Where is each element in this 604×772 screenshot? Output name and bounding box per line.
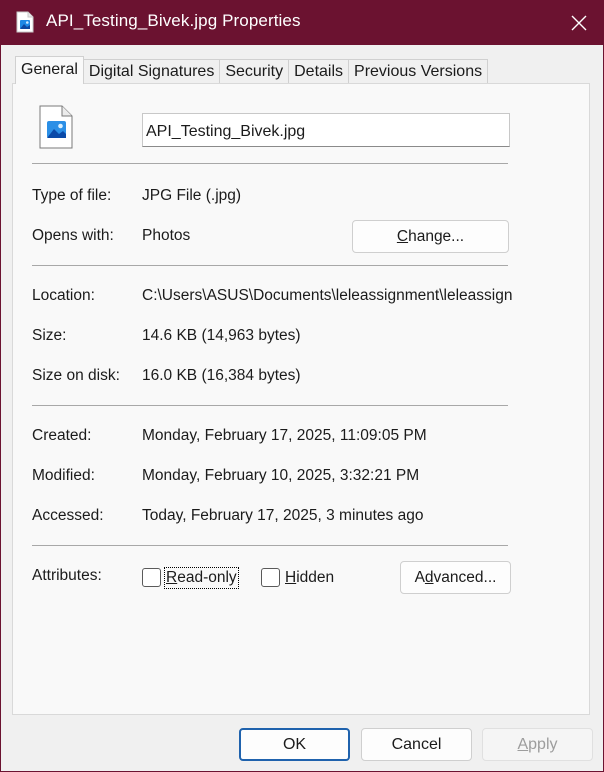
hidden-checkbox[interactable]: [261, 568, 280, 587]
read-only-checkbox[interactable]: [142, 568, 161, 587]
accessed-label: Accessed:: [32, 507, 104, 524]
size-value: 14.6 KB (14,963 bytes): [142, 327, 301, 344]
location-value[interactable]: C:\Users\ASUS\Documents\leleassignment\l…: [142, 287, 512, 305]
modified-value: Monday, February 10, 2025, 3:32:21 PM: [142, 467, 420, 484]
divider: [32, 545, 508, 546]
properties-window: API_Testing_Bivek.jpg Properties General…: [0, 0, 604, 772]
tab-security[interactable]: Security: [219, 59, 290, 84]
dialog-body: General Digital Signatures Security Deta…: [1, 45, 603, 771]
hidden-text: idden: [296, 569, 335, 586]
size-on-disk-label: Size on disk:: [32, 367, 120, 384]
apply-button[interactable]: Apply: [482, 728, 593, 761]
read-only-label[interactable]: Read-only: [164, 567, 239, 589]
general-panel: Type of file: JPG File (.jpg) Opens with…: [12, 83, 590, 715]
image-file-icon: [16, 11, 34, 33]
opens-with-value: Photos: [142, 227, 191, 244]
modified-label: Modified:: [32, 467, 95, 484]
read-only-text: ead-only: [177, 569, 237, 586]
size-label: Size:: [32, 327, 67, 344]
title-bar[interactable]: API_Testing_Bivek.jpg Properties: [0, 0, 604, 45]
type-of-file-value: JPG File (.jpg): [142, 187, 242, 204]
size-on-disk-value: 16.0 KB (16,384 bytes): [142, 367, 301, 384]
apply-accesskey: A: [517, 736, 529, 753]
attributes-label: Attributes:: [32, 567, 102, 584]
advanced-button-label: vanced...: [433, 569, 497, 586]
created-value: Monday, February 17, 2025, 11:09:05 PM: [142, 427, 427, 444]
created-label: Created:: [32, 427, 92, 444]
advanced-button-accesskey: d: [424, 569, 434, 586]
ok-button[interactable]: OK: [239, 728, 350, 761]
type-of-file-label: Type of file:: [32, 187, 112, 204]
change-button[interactable]: Change...: [352, 220, 509, 253]
close-button[interactable]: [554, 0, 604, 45]
tab-previous-versions[interactable]: Previous Versions: [348, 59, 489, 84]
close-icon: [571, 15, 587, 30]
change-button-label: hange...: [408, 228, 465, 245]
image-file-icon: [39, 105, 73, 149]
read-only-accesskey: R: [166, 569, 178, 586]
divider: [32, 405, 508, 406]
file-name-field[interactable]: [142, 113, 510, 147]
divider: [32, 265, 508, 266]
change-button-accesskey: C: [396, 228, 409, 245]
location-label: Location:: [32, 287, 95, 304]
window-title: API_Testing_Bivek.jpg Properties: [46, 11, 301, 30]
advanced-button-label: A: [414, 569, 425, 586]
hidden-accesskey: H: [285, 569, 297, 586]
tab-digital-signatures[interactable]: Digital Signatures: [82, 59, 221, 84]
advanced-button[interactable]: Advanced...: [400, 561, 511, 594]
tab-general[interactable]: General: [15, 56, 84, 84]
opens-with-label: Opens with:: [32, 227, 114, 244]
accessed-value: Today, February 17, 2025, 3 minutes ago: [142, 507, 424, 524]
tab-details[interactable]: Details: [288, 59, 350, 84]
apply-button-label: pply: [528, 736, 558, 753]
cancel-button[interactable]: Cancel: [361, 728, 472, 761]
divider: [32, 163, 508, 164]
hidden-label[interactable]: Hidden: [285, 569, 334, 587]
tab-strip: General Digital Signatures Security Deta…: [15, 56, 489, 84]
